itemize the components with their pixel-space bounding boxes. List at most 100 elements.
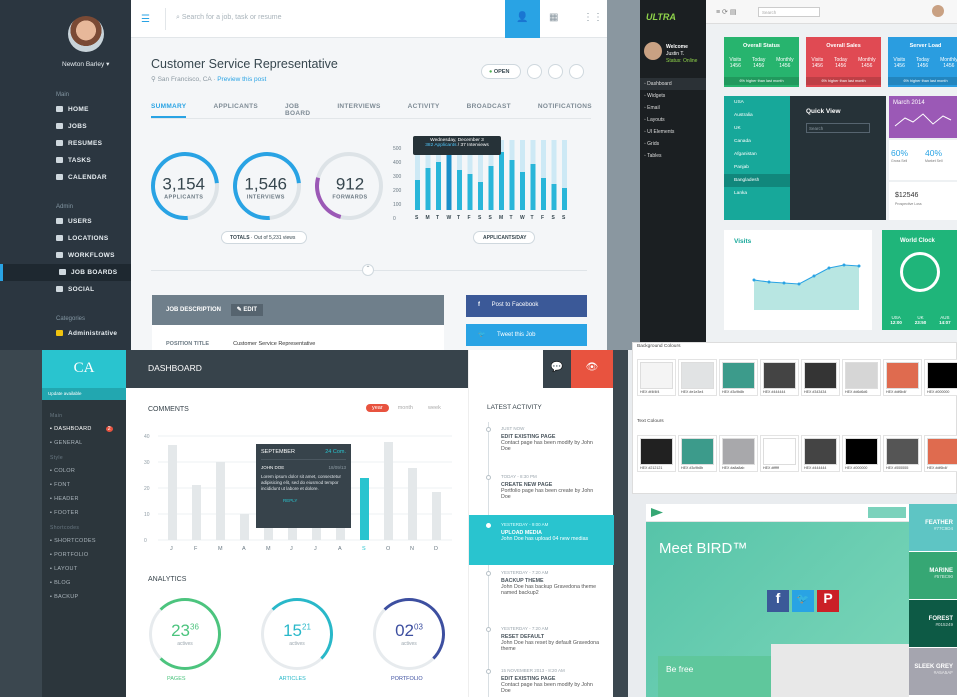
visits-point[interactable] — [767, 280, 771, 284]
nav-item-tables[interactable]: ◦ Tables — [640, 150, 706, 162]
sidebar-item-social[interactable]: SOCIAL — [0, 281, 131, 298]
visits-point[interactable] — [782, 281, 786, 285]
collapse-icon[interactable]: ⌃ — [362, 264, 374, 276]
sidebar-item-tasks[interactable]: TASKS — [0, 152, 131, 169]
column[interactable] — [446, 148, 452, 210]
reply-link[interactable]: REPLY — [261, 498, 346, 503]
color-swatch[interactable]: HEX #3c9b8b — [719, 359, 758, 396]
tweet-button[interactable]: 🐦 Tweet this Job — [466, 324, 587, 346]
activity-item[interactable]: 15 NOVEMBER 2013 - 8:20 AM EDIT EXISTING … — [469, 668, 614, 694]
nav-item-email[interactable]: ◦ Email — [640, 102, 706, 114]
grid-icon[interactable]: ⋮⋮ — [583, 12, 603, 23]
sidebar-item-backup[interactable]: ▪ BACKUP — [42, 590, 126, 604]
search-input[interactable]: Search — [758, 7, 820, 17]
country-item[interactable]: Afganistan — [724, 148, 790, 161]
color-swatch[interactable]: HEX #d6d6d6 — [842, 359, 881, 396]
country-item[interactable]: UK — [724, 122, 790, 135]
color-swatch[interactable]: HEX #3c9b8b — [678, 435, 717, 472]
color-swatch[interactable]: HEX #000000 — [842, 435, 881, 472]
visits-point[interactable] — [797, 282, 801, 286]
color-swatch[interactable]: HEX #e1e3e4 — [678, 359, 717, 396]
comment-bar[interactable] — [360, 478, 369, 540]
sidebar-item-font[interactable]: ▪ FONT — [42, 478, 126, 492]
color-swatch[interactable]: HEX #df6b4f — [924, 435, 957, 472]
column[interactable] — [509, 160, 515, 210]
update-banner[interactable]: Update available — [42, 388, 126, 400]
visits-point[interactable] — [812, 274, 816, 278]
comment-bar[interactable] — [216, 462, 225, 540]
avatar-small[interactable] — [932, 5, 944, 17]
quick-search[interactable]: Search — [806, 123, 870, 133]
sidebar-item-calendar[interactable]: CALENDAR — [0, 169, 131, 186]
activity-item[interactable]: YESTERDAY - 7:20 AM BACKUP THEME John Doe … — [469, 570, 614, 596]
country-item[interactable]: Canada — [724, 135, 790, 148]
sidebar-item-shortcodes[interactable]: ▪ SHORTCODES — [42, 534, 126, 548]
trash-icon[interactable] — [569, 64, 584, 79]
nav-item-category[interactable]: Administrative — [0, 325, 131, 342]
tab-summary[interactable]: SUMMARY — [151, 103, 187, 118]
sidebar-item-jobs[interactable]: JOBS — [0, 118, 131, 135]
activity-item[interactable]: YESTERDAY - 9:00 AM UPLOAD MEDIA John Doe … — [469, 522, 614, 542]
column[interactable] — [541, 178, 546, 210]
color-swatch[interactable]: HEX #a8a8ab — [719, 435, 758, 472]
nav-item-widgets[interactable]: ◦ Widgets — [640, 90, 706, 102]
column[interactable] — [499, 152, 504, 210]
period-year[interactable]: year — [366, 404, 389, 412]
comment-bar[interactable] — [240, 514, 249, 540]
tab-applicants[interactable]: APPLICANTS — [213, 103, 258, 118]
facebook-icon[interactable]: f — [767, 590, 789, 612]
search-input[interactable]: ⌕ Search for a job, task or resume — [165, 8, 495, 30]
country-item[interactable]: Panjab — [724, 161, 790, 174]
column[interactable] — [562, 188, 567, 210]
column[interactable] — [467, 174, 473, 210]
country-item[interactable]: USA — [724, 96, 790, 109]
sidebar-item-locations[interactable]: LOCATIONS — [0, 230, 131, 247]
column[interactable] — [415, 180, 420, 210]
visits-point[interactable] — [827, 266, 831, 270]
tab-job-board[interactable]: JOB BOARD — [285, 103, 310, 118]
calendar-icon[interactable]: ▦ — [549, 12, 558, 23]
sidebar-item-dashboard[interactable]: ▪ DASHBOARD 2 — [42, 422, 126, 436]
color-swatch[interactable]: HEX #555555 — [883, 435, 922, 472]
period-month[interactable]: month — [392, 404, 419, 412]
bookmark-icon[interactable] — [527, 64, 542, 79]
country-item[interactable]: Australia — [724, 109, 790, 122]
activity-item[interactable]: JUST NOW EDIT EXISTING PAGE Contact page h… — [469, 426, 614, 452]
sidebar-item-layout[interactable]: ▪ LAYOUT — [42, 562, 126, 576]
tab-interviews[interactable]: INTERVIEWS — [337, 103, 380, 118]
tab-activity[interactable]: ACTIVITY — [408, 103, 440, 118]
edit-button[interactable]: ✎ EDIT — [230, 304, 264, 316]
color-swatch[interactable]: HEX #343434 — [801, 359, 840, 396]
activity-item[interactable]: TODAY - 8:30 PM CREATE NEW PAGE Portfolio … — [469, 474, 614, 500]
color-swatch[interactable]: HEX #ffffff — [760, 435, 799, 472]
nav-active-item[interactable] — [868, 507, 906, 518]
color-swatch[interactable]: HEX #f4f4f4 — [637, 359, 676, 396]
column[interactable] — [436, 162, 441, 210]
comment-bar[interactable] — [384, 442, 393, 540]
edit-icon[interactable] — [548, 64, 563, 79]
sidebar-item-footer[interactable]: ▪ FOOTER — [42, 506, 126, 520]
nav-item-layouts[interactable]: ◦ Layouts — [640, 114, 706, 126]
column[interactable] — [488, 166, 494, 210]
status-button[interactable]: ● OPEN — [481, 64, 521, 79]
tab-notifications[interactable]: NOTIFICATIONS — [538, 103, 592, 118]
sidebar-item-users[interactable]: USERS — [0, 213, 131, 230]
column[interactable] — [457, 170, 462, 210]
tab-broadcast[interactable]: BROADCAST — [467, 103, 511, 118]
toolbar-icons[interactable]: ≡ ⟳ ▤ — [716, 8, 736, 16]
nav-item-dashboard[interactable]: ◦ Dashboard — [640, 78, 706, 90]
country-item[interactable]: Bangladesh — [724, 174, 790, 187]
color-swatch[interactable]: HEX #212121 — [637, 435, 676, 472]
sidebar-item-resumes[interactable]: RESUMES — [0, 135, 131, 152]
color-swatch[interactable]: HEX #444444 — [760, 359, 799, 396]
eye-icon[interactable]: 👁 — [571, 350, 613, 388]
sidebar-item-color[interactable]: ▪ COLOR — [42, 464, 126, 478]
period-week[interactable]: week — [422, 404, 447, 412]
nav-item-ui-elements[interactable]: ◦ UI Elements — [640, 126, 706, 138]
sidebar-item-blog[interactable]: ▪ BLOG — [42, 576, 126, 590]
avatar[interactable] — [68, 16, 104, 52]
sidebar-item-job-boards[interactable]: JOB BOARDS — [0, 264, 131, 281]
color-swatch[interactable]: HEX #000000 — [924, 359, 957, 396]
column[interactable] — [425, 168, 431, 210]
user-menu[interactable]: Newton Barley ▾ — [62, 60, 109, 68]
